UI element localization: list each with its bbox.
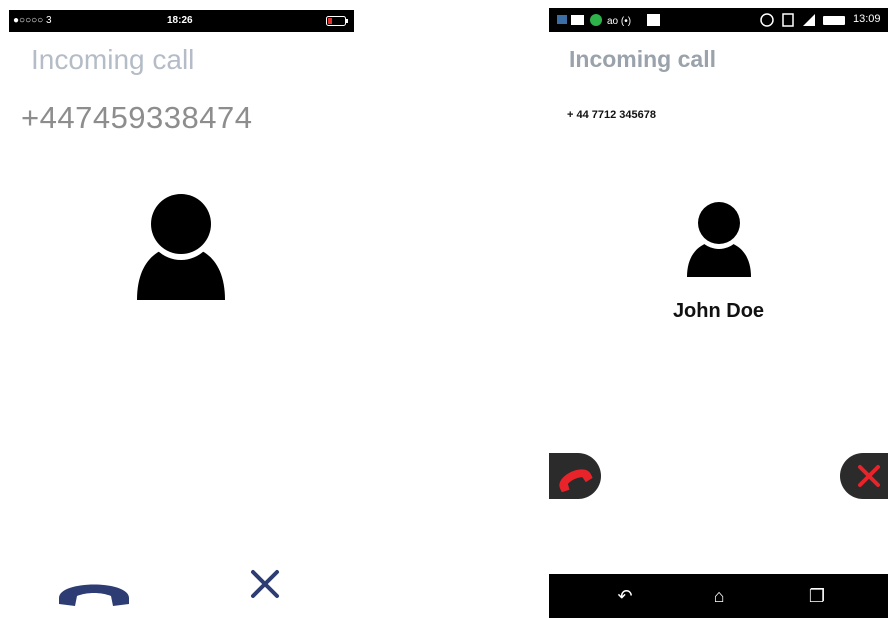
status-bar: ao (•) 13:09 xyxy=(549,8,888,32)
carrier-signal: ●○○○○ 3 xyxy=(13,15,52,26)
accept-call-button[interactable] xyxy=(55,568,133,612)
navigation-bar: ↶ ⌂ ❐ xyxy=(549,574,888,618)
page-title: Incoming call xyxy=(31,44,195,75)
phone-handset-icon xyxy=(559,469,593,492)
recent-apps-icon[interactable]: ❐ xyxy=(787,574,847,618)
accept-call-button[interactable] xyxy=(549,453,601,499)
caller-name: John Doe xyxy=(672,300,765,322)
close-icon xyxy=(858,465,880,487)
status-time: 18:26 xyxy=(167,15,193,26)
status-time: 13:09 xyxy=(853,13,881,25)
decline-call-button[interactable] xyxy=(840,453,888,499)
svg-text:ao (•): ao (•) xyxy=(607,16,631,27)
page-title: Incoming call xyxy=(569,46,716,72)
battery-icon xyxy=(326,16,348,26)
ios-incoming-call-screen: ●○○○○ 3 18:26 Incoming call +44745933847… xyxy=(9,10,354,618)
decline-call-button[interactable] xyxy=(247,566,283,602)
person-icon xyxy=(687,201,751,277)
system-icons xyxy=(760,13,845,27)
back-icon[interactable]: ↶ xyxy=(595,574,655,618)
caller-number: + 44 7712 345678 xyxy=(567,109,657,121)
home-icon[interactable]: ⌂ xyxy=(689,574,749,618)
android-incoming-call-screen: ao (•) 13:09 Incoming call + 44 7712 345… xyxy=(549,8,888,618)
notification-icons: ao (•) xyxy=(557,14,660,27)
status-bar: ●○○○○ 3 18:26 xyxy=(9,10,354,32)
person-icon xyxy=(137,192,225,300)
caller-number: +447459338474 xyxy=(21,100,253,135)
